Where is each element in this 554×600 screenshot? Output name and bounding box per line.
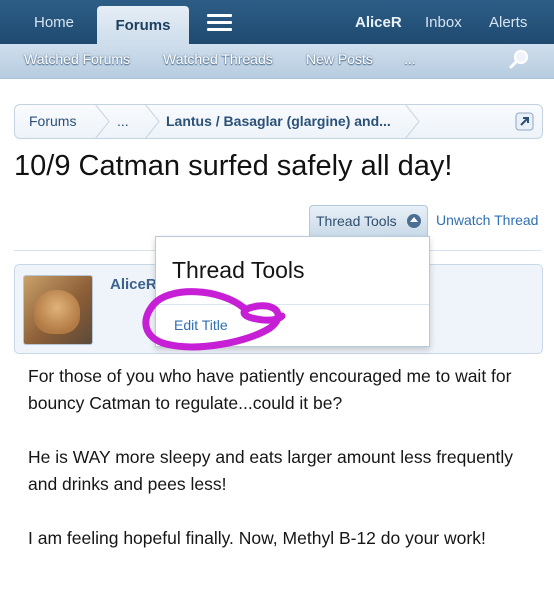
post-paragraph: He is WAY more sleepy and eats larger am… (28, 447, 514, 494)
top-nav: Home Forums AliceR Inbox Alerts (0, 0, 554, 44)
breadcrumb-separator (404, 104, 420, 139)
sub-nav-watched-forums[interactable]: Watched Forums (24, 44, 130, 78)
sub-nav-more[interactable]: ... (404, 44, 416, 78)
breadcrumb-separator (144, 104, 160, 139)
breadcrumb: Forums ... Lantus / Basaglar (glargine) … (14, 104, 543, 139)
breadcrumb-ellipsis[interactable]: ... (117, 105, 129, 138)
breadcrumb-current[interactable]: Lantus / Basaglar (glargine) and... (166, 105, 391, 138)
breadcrumb-forums[interactable]: Forums (29, 105, 76, 138)
nav-forums-tab[interactable]: Forums (97, 6, 189, 44)
breadcrumb-separator (94, 104, 110, 139)
sub-nav: Watched Forums Watched Threads New Posts… (0, 44, 554, 79)
sub-nav-watched-threads[interactable]: Watched Threads (163, 44, 273, 78)
nav-home[interactable]: Home (34, 0, 74, 44)
nav-inbox[interactable]: Inbox (425, 0, 462, 44)
popup-title: Thread Tools (172, 257, 305, 283)
avatar-cat-image (34, 290, 80, 334)
search-icon[interactable] (508, 48, 530, 70)
nav-user[interactable]: AliceR (355, 0, 402, 44)
nav-alerts[interactable]: Alerts (489, 0, 527, 44)
external-link-icon[interactable] (515, 112, 534, 131)
post-paragraph: I am feeling hopeful finally. Now, Methy… (28, 528, 486, 548)
unwatch-thread-link[interactable]: Unwatch Thread (436, 212, 538, 228)
post-paragraph: For those of you who have patiently enco… (28, 366, 512, 413)
page-title: 10/9 Catman surfed safely all day! (14, 150, 453, 182)
thread-tools-button[interactable]: Thread Tools (309, 205, 428, 237)
sub-nav-new-posts[interactable]: New Posts (306, 44, 373, 78)
chevron-up-icon (407, 214, 421, 228)
menu-icon[interactable] (207, 14, 232, 31)
annotation-scribble (142, 288, 286, 351)
thread-tools-label: Thread Tools (316, 213, 397, 229)
avatar[interactable] (23, 275, 93, 345)
